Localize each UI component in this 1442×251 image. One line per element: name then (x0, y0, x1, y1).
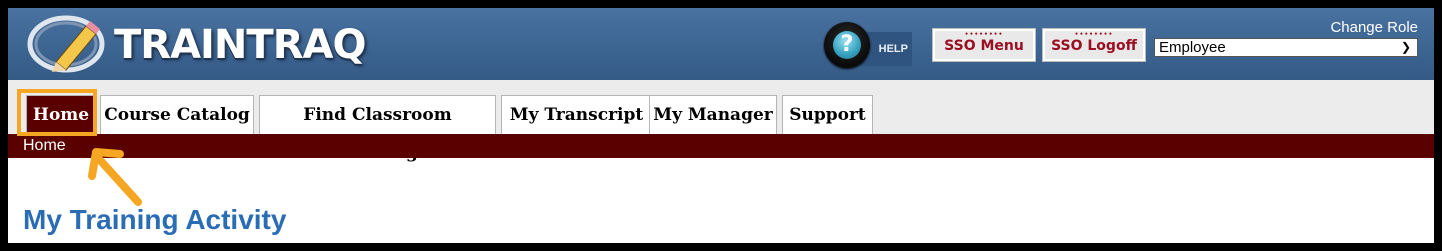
sso-menu-button[interactable]: •••••••• SSO Menu (932, 28, 1036, 62)
help-circle: ? (824, 22, 870, 68)
tab-my-transcript[interactable]: My Transcript (501, 95, 652, 134)
tab-my-manager[interactable]: My Manager (649, 95, 777, 134)
main-nav: Home Course Catalog Find Classroom Train… (8, 80, 1434, 163)
pencil-swoosh-icon (27, 15, 105, 73)
sso-logoff-label: SSO Logoff (1051, 38, 1137, 54)
breadcrumb: Home (8, 134, 1434, 158)
breadcrumb-home: Home (23, 137, 66, 154)
sso-menu-label: SSO Menu (944, 38, 1024, 54)
tab-course-catalog[interactable]: Course Catalog (100, 95, 254, 134)
tab-support[interactable]: Support (782, 95, 873, 134)
home-tab-highlight (17, 89, 97, 136)
dots-decoration: •••••••• (964, 31, 1004, 38)
page-title: My Training Activity (23, 204, 287, 235)
tab-find-classroom-training[interactable]: Find Classroom Training (259, 95, 496, 163)
page-frame: TRAINTRAQ HELP ? •••••••• SSO Menu •••••… (8, 8, 1434, 243)
change-role-label: Change Role (1330, 19, 1418, 36)
role-selected-value: Employee (1159, 39, 1226, 56)
header-bar: TRAINTRAQ HELP ? •••••••• SSO Menu •••••… (8, 8, 1434, 80)
sso-logoff-button[interactable]: •••••••• SSO Logoff (1042, 28, 1146, 62)
traintraq-logo[interactable]: TRAINTRAQ (26, 12, 366, 76)
help-button[interactable]: HELP ? (824, 22, 914, 70)
role-select[interactable]: Employee ❯ (1154, 38, 1418, 57)
logo-text: TRAINTRAQ (114, 22, 366, 68)
question-mark-icon: ? (833, 31, 861, 59)
dots-decoration: •••••••• (1074, 31, 1114, 38)
chevron-down-icon: ❯ (1400, 40, 1411, 54)
